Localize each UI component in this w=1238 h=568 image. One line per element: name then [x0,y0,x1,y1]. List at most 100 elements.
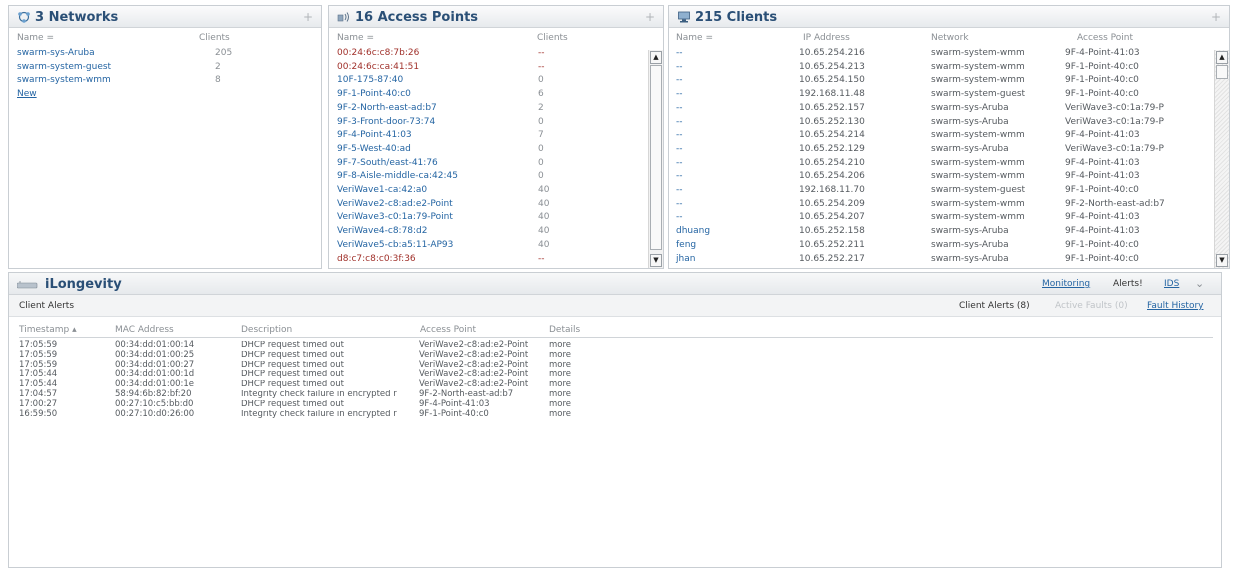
client-name-link[interactable]: -- [676,158,683,168]
clients-panel-header[interactable]: 215 Clients + [669,6,1229,28]
alerts-col-timestamp[interactable]: Timestamp ▴ [19,325,77,335]
access-point-row[interactable]: VeriWave4-c8:78:d2 40 [329,226,647,240]
access-point-name-link[interactable]: 9F-7-South/east-41:76 [337,158,438,168]
client-row[interactable]: -- 10.65.254.216 swarm-system-wmm 9F-4-Poin… [669,48,1213,62]
access-point-name-link[interactable]: VeriWave4-c8:78:d2 [337,226,428,236]
clients-scrollbar[interactable]: ▲ ▼ [1214,50,1229,268]
networks-panel-header[interactable]: 3 Networks + [9,6,321,28]
access-point-row[interactable]: 9F-1-Point-40:c0 6 [329,89,647,103]
scroll-down-arrow-icon[interactable]: ▼ [650,254,662,267]
client-name-link[interactable]: jhan [676,254,695,264]
access-point-name-link[interactable]: 9F-3-Front-door-73:74 [337,117,435,127]
chevron-down-icon[interactable]: ⌄ [1195,277,1204,290]
access-point-row[interactable]: VeriWave3-c0:1a:79-Point 40 [329,212,647,226]
client-name-link[interactable]: -- [676,171,683,181]
client-name-link[interactable]: -- [676,199,683,209]
clients-col-name[interactable]: Name = [676,33,713,43]
network-row[interactable]: swarm-sys-Aruba 205 [9,48,321,62]
client-row[interactable]: -- 10.65.254.150 swarm-system-wmm 9F-1-Poin… [669,75,1213,89]
access-point-row[interactable]: VeriWave1-ca:42:a0 40 [329,185,647,199]
client-name-link[interactable]: feng [676,240,696,250]
client-name-link[interactable]: -- [676,130,683,140]
clients-col-ap[interactable]: Access Point [1077,33,1133,43]
network-name-link[interactable]: swarm-sys-Aruba [17,48,95,58]
access-point-name-link[interactable]: VeriWave3-c0:1a:79-Point [337,212,453,222]
monitoring-link[interactable]: Monitoring [1042,279,1090,289]
clients-scroll-thumb[interactable] [1216,65,1228,79]
clients-col-network[interactable]: Network [931,33,969,43]
client-row[interactable]: -- 10.65.254.214 swarm-system-wmm 9F-4-Poin… [669,130,1213,144]
client-row[interactable]: feng 10.65.252.211 swarm-sys-Aruba 9F-1-Poi… [669,240,1213,254]
access-point-name-link[interactable]: d8:c7:c8:c0:3f:36 [337,254,416,264]
client-row[interactable]: -- 10.65.252.157 swarm-sys-Aruba VeriWave3-… [669,103,1213,117]
access-point-name-link[interactable]: 00:24:6c:c8:7b:26 [337,48,419,58]
alerts-col-ap[interactable]: Access Point [420,325,476,335]
network-name-link[interactable]: swarm-system-guest [17,62,111,72]
access-points-add-button[interactable]: + [645,10,655,24]
client-row[interactable]: -- 192.168.11.48 swarm-system-guest 9F-1-Po… [669,89,1213,103]
access-point-row[interactable]: VeriWave5-cb:a5:11-AP93 40 [329,240,647,254]
access-point-row[interactable]: 9F-3-Front-door-73:74 0 [329,117,647,131]
access-point-row[interactable]: 9F-7-South/east-41:76 0 [329,158,647,172]
alert-row[interactable]: 16:59:50 00:27:10:d0:26:00 Integrity check… [9,409,1221,420]
clients-add-button[interactable]: + [1211,10,1221,24]
client-name-link[interactable]: -- [676,103,683,113]
ap-col-name[interactable]: Name = [337,33,374,43]
client-alerts-tab[interactable]: Client Alerts (8) [959,301,1030,311]
networks-add-button[interactable]: + [303,10,313,24]
scroll-up-arrow-icon[interactable]: ▲ [650,51,662,64]
new-network-link[interactable]: New [17,89,37,99]
scroll-down-arrow-icon[interactable]: ▼ [1216,254,1228,267]
networks-col-name[interactable]: Name = [17,33,54,43]
fault-history-link[interactable]: Fault History [1147,301,1203,311]
client-name-link[interactable]: -- [676,212,683,222]
access-point-name-link[interactable]: VeriWave5-cb:a5:11-AP93 [337,240,453,250]
client-row[interactable]: -- 10.65.252.129 swarm-sys-Aruba VeriWave3-… [669,144,1213,158]
clients-col-ip[interactable]: IP Address [803,33,850,43]
access-point-name-link[interactable]: 9F-4-Point-41:03 [337,130,412,140]
access-point-row[interactable]: 9F-2-North-east-ad:b7 2 [329,103,647,117]
alerts-tab[interactable]: Alerts! [1113,279,1143,289]
client-row[interactable]: -- 10.65.254.213 swarm-system-wmm 9F-1-Poin… [669,62,1213,76]
client-name-link[interactable]: -- [676,144,683,154]
client-row[interactable]: -- 10.65.254.206 swarm-system-wmm 9F-4-Poin… [669,171,1213,185]
access-point-name-link[interactable]: 00:24:6c:ca:41:51 [337,62,419,72]
alerts-col-details[interactable]: Details [549,325,580,335]
client-row[interactable]: -- 10.65.252.130 swarm-sys-Aruba VeriWave3-… [669,117,1213,131]
client-row[interactable]: -- 192.168.11.70 swarm-system-guest 9F-1-Po… [669,185,1213,199]
access-point-row[interactable]: 9F-5-West-40:ad 0 [329,144,647,158]
ap-scrollbar[interactable]: ▲ ▼ [648,50,663,268]
alert-details-link[interactable]: more [549,409,571,420]
networks-col-clients[interactable]: Clients [199,33,230,43]
client-name-link[interactable]: -- [676,117,683,127]
alerts-col-description[interactable]: Description [241,325,292,335]
alerts-col-mac[interactable]: MAC Address [115,325,174,335]
access-point-name-link[interactable]: 9F-2-North-east-ad:b7 [337,103,437,113]
client-name-link[interactable]: -- [676,75,683,85]
access-point-name-link[interactable]: VeriWave1-ca:42:a0 [337,185,427,195]
access-point-row[interactable]: 10F-175-87:40 0 [329,75,647,89]
access-point-name-link[interactable]: 9F-8-Aisle-middle-ca:42:45 [337,171,458,181]
client-row[interactable]: jhan 10.65.252.217 swarm-sys-Aruba 9F-1-Poi… [669,254,1213,268]
network-row[interactable]: swarm-system-guest 2 [9,62,321,76]
client-name-link[interactable]: dhuang [676,226,710,236]
client-name-link[interactable]: -- [676,48,683,58]
client-row[interactable]: -- 10.65.254.207 swarm-system-wmm 9F-4-Poin… [669,212,1213,226]
client-name-link[interactable]: -- [676,185,683,195]
access-point-row[interactable]: 00:24:6c:ca:41:51 -- [329,62,647,76]
access-point-row[interactable]: 00:24:6c:c8:7b:26 -- [329,48,647,62]
scroll-up-arrow-icon[interactable]: ▲ [1216,51,1228,64]
client-name-link[interactable]: -- [676,89,683,99]
access-point-row[interactable]: 9F-4-Point-41:03 7 [329,130,647,144]
ids-link[interactable]: IDS [1164,279,1179,289]
access-point-row[interactable]: 9F-8-Aisle-middle-ca:42:45 0 [329,171,647,185]
access-point-row[interactable]: VeriWave2-c8:ad:e2-Point 40 [329,199,647,213]
client-row[interactable]: -- 10.65.254.209 swarm-system-wmm 9F-2-Nort… [669,199,1213,213]
access-point-row[interactable]: d8:c7:c8:c0:3f:36 -- [329,254,647,268]
network-row[interactable]: swarm-system-wmm 8 [9,75,321,89]
access-point-name-link[interactable]: VeriWave2-c8:ad:e2-Point [337,199,453,209]
client-name-link[interactable]: -- [676,62,683,72]
client-row[interactable]: dhuang 10.65.252.158 swarm-sys-Aruba 9F-4-P… [669,226,1213,240]
client-row[interactable]: -- 10.65.254.210 swarm-system-wmm 9F-4-Poin… [669,158,1213,172]
ap-scroll-thumb[interactable] [650,65,662,250]
